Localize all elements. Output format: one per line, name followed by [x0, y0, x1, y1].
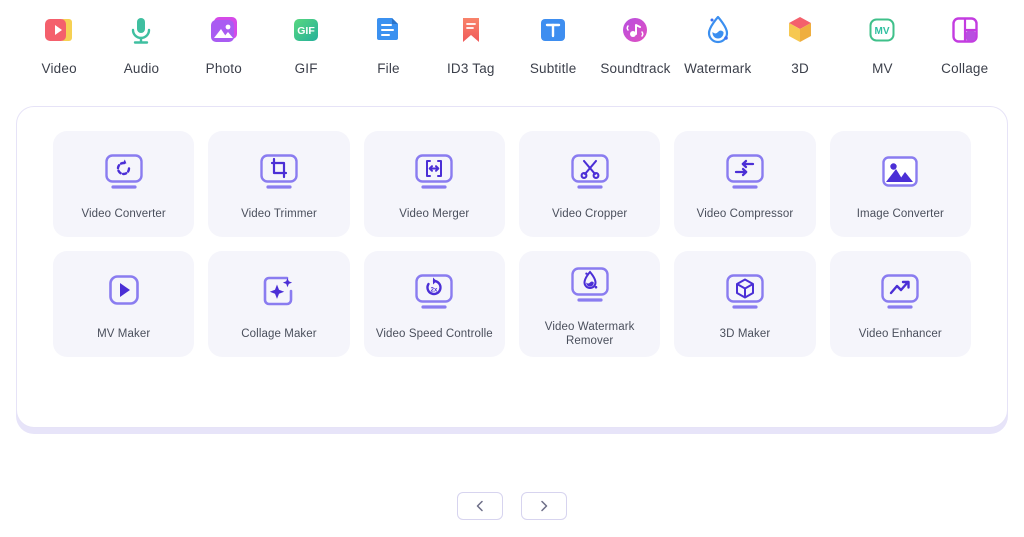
- tool-collage-maker[interactable]: Collage Maker: [208, 251, 350, 357]
- category-label: ID3 Tag: [446, 61, 495, 76]
- tools-grid: Video Converter Video Trimmer Video Merg…: [17, 107, 1007, 381]
- category-id3tag[interactable]: ID3 Tag: [430, 10, 512, 76]
- pagination-prev-button[interactable]: ‹: [457, 492, 503, 520]
- category-label: Watermark: [684, 61, 752, 76]
- category-photo[interactable]: Photo: [183, 10, 265, 76]
- bookmark-icon: [450, 10, 492, 52]
- category-collage[interactable]: Collage: [924, 10, 1006, 76]
- soundtrack-disc-icon: [614, 10, 656, 52]
- microphone-icon: [120, 10, 162, 52]
- tool-label: Video Cropper: [552, 207, 628, 220]
- monitor-trend-icon: [872, 267, 928, 319]
- tool-video-merger[interactable]: Video Merger: [363, 131, 505, 237]
- subtitle-t-icon: [532, 10, 574, 52]
- tool-label: Video Converter: [81, 207, 166, 220]
- monitor-merge-icon: [406, 147, 462, 199]
- pagination-next-button[interactable]: ›: [521, 492, 567, 520]
- tool-mv-maker[interactable]: MV Maker: [53, 251, 195, 357]
- monitor-rotate-icon: [96, 147, 152, 199]
- category-watermark[interactable]: Watermark: [677, 10, 759, 76]
- tool-label: Video Watermark Remover: [544, 320, 635, 347]
- category-video[interactable]: Video: [18, 10, 100, 76]
- tool-label: Video Enhancer: [858, 327, 942, 340]
- tool-video-speed-controller[interactable]: 2x Video Speed Controlle: [363, 251, 505, 357]
- chevron-left-icon: [476, 500, 483, 512]
- tool-label: MV Maker: [97, 327, 151, 340]
- category-label: Audio: [123, 61, 160, 76]
- category-label: Collage: [941, 61, 989, 76]
- category-label: GIF: [294, 61, 318, 76]
- monitor-droplet-icon: [562, 260, 618, 312]
- collage-grid-icon: [944, 10, 986, 52]
- tool-label: Video Merger: [399, 207, 470, 220]
- monitor-cube-icon: [717, 267, 773, 319]
- category-audio[interactable]: Audio: [100, 10, 182, 76]
- tool-video-converter[interactable]: Video Converter: [53, 131, 195, 237]
- file-icon: [367, 10, 409, 52]
- category-soundtrack[interactable]: Soundtrack: [594, 10, 676, 76]
- category-file[interactable]: File: [347, 10, 429, 76]
- svg-text:2x: 2x: [431, 287, 438, 293]
- category-subtitle[interactable]: Subtitle: [512, 10, 594, 76]
- tool-label: Collage Maker: [241, 327, 317, 340]
- category-label: Video: [41, 61, 77, 76]
- category-label: 3D: [791, 61, 809, 76]
- frame-sparkle-icon: [251, 267, 307, 319]
- category-gif[interactable]: GIF GIF: [265, 10, 347, 76]
- picture-frame-icon: [872, 147, 928, 199]
- tool-label: Video Speed Controlle: [375, 327, 493, 340]
- tool-label: Video Trimmer: [241, 207, 317, 220]
- monitor-crop-icon: [251, 147, 307, 199]
- tool-label: 3D Maker: [719, 327, 771, 340]
- category-label: MV: [872, 61, 893, 76]
- video-icon: [38, 10, 80, 52]
- monitor-compress-arrows-icon: [717, 147, 773, 199]
- tool-label: Image Converter: [856, 207, 944, 220]
- square-play-icon: [96, 267, 152, 319]
- monitor-scissors-icon: [562, 147, 618, 199]
- photo-icon: [203, 10, 245, 52]
- svg-text:GIF: GIF: [297, 25, 315, 37]
- tools-panel: Video Converter Video Trimmer Video Merg…: [16, 106, 1008, 428]
- category-mv[interactable]: MV MV: [841, 10, 923, 76]
- tool-video-watermark-remover[interactable]: Video Watermark Remover: [518, 251, 661, 357]
- tool-label: Video Compressor: [696, 207, 794, 220]
- tool-launcher-window: Video Audio Photo GIF GIF File ID3 Tag S…: [0, 0, 1024, 537]
- tool-video-trimmer[interactable]: Video Trimmer: [208, 131, 350, 237]
- tool-3d-maker[interactable]: 3D Maker: [674, 251, 816, 357]
- category-label: Photo: [205, 61, 242, 76]
- category-3d[interactable]: 3D: [759, 10, 841, 76]
- category-label: Soundtrack: [600, 61, 671, 76]
- tool-video-enhancer[interactable]: Video Enhancer: [829, 251, 971, 357]
- chevron-right-icon: [541, 500, 548, 512]
- watermark-drop-icon: [697, 10, 739, 52]
- category-nav: Video Audio Photo GIF GIF File ID3 Tag S…: [0, 0, 1024, 88]
- cube-3d-icon: [779, 10, 821, 52]
- svg-text:MV: MV: [875, 26, 890, 37]
- monitor-speed-icon: 2x: [406, 267, 462, 319]
- category-label: File: [377, 61, 400, 76]
- tool-image-converter[interactable]: Image Converter: [829, 131, 971, 237]
- category-label: Subtitle: [529, 61, 577, 76]
- tool-video-compressor[interactable]: Video Compressor: [674, 131, 816, 237]
- tool-video-cropper[interactable]: Video Cropper: [518, 131, 661, 237]
- mv-icon: MV: [861, 10, 903, 52]
- gif-icon: GIF: [285, 10, 327, 52]
- pagination: ‹ ›: [0, 492, 1024, 520]
